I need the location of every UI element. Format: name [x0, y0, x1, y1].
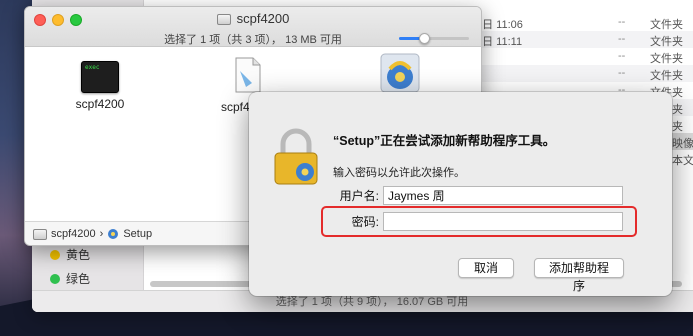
row-kind: 文件夹 [650, 19, 683, 31]
setup-installer-icon [380, 53, 420, 93]
cancel-button[interactable]: 取消 [458, 258, 514, 278]
dialog-title: “Setup”正在尝试添加新帮助程序工具。 [333, 134, 556, 148]
password-label: 密码: [351, 215, 379, 229]
row-kind: 文件夹 [650, 36, 683, 48]
path-root[interactable]: scpf4200 [51, 228, 96, 240]
lock-icon [274, 128, 318, 185]
icon-size-slider[interactable] [399, 33, 469, 44]
exec-icon-text: exec [85, 64, 100, 71]
row-size: -- [618, 16, 626, 28]
add-helper-button[interactable]: 添加帮助程序 [534, 258, 624, 293]
file-item-exec[interactable]: exec scpf4200 [55, 61, 145, 111]
row-size: -- [618, 67, 626, 79]
row-kind: 文件夹 [650, 53, 683, 65]
window-title-text: scpf4200 [236, 11, 290, 26]
row-size: -- [618, 33, 626, 45]
green-tag-dot [50, 273, 60, 284]
row-date: 7日 11:06 [476, 19, 523, 31]
authorization-dialog[interactable]: “Setup”正在尝试添加新帮助程序工具。 输入密码以允许此次操作。 用户名: … [249, 92, 672, 296]
sidebar-tag-label: 黄色 [66, 248, 91, 262]
disk-icon [33, 229, 47, 240]
window-title: scpf4200 [25, 11, 481, 26]
setup-small-icon [108, 228, 119, 239]
yellow-tag-dot [50, 249, 60, 260]
dialog-message: 输入密码以允许此次操作。 [333, 167, 465, 179]
disk-icon [216, 14, 231, 25]
path-separator: › [99, 227, 104, 240]
sidebar-tag-yellow[interactable]: 黄色 [50, 246, 90, 263]
username-row: 用户名: [333, 186, 623, 205]
password-row: 密码: [333, 212, 623, 231]
path-item[interactable]: Setup [123, 228, 152, 240]
password-field[interactable] [383, 212, 623, 231]
file-item-setup[interactable] [355, 51, 445, 98]
row-kind: 文件夹 [650, 70, 683, 82]
username-label: 用户名: [339, 189, 379, 203]
document-icon [235, 57, 261, 93]
username-field[interactable] [383, 186, 623, 205]
finder-titlebar[interactable]: scpf4200 选择了 1 项（共 3 项）， 13 MB 可用 [25, 7, 481, 47]
exec-icon: exec [81, 61, 119, 93]
sidebar-tag-green[interactable]: 绿色 [50, 270, 90, 287]
file-label: scpf4200 [75, 97, 125, 111]
sidebar-tag-label: 绿色 [66, 272, 91, 286]
row-date: 7日 11:11 [476, 36, 523, 48]
row-size: -- [618, 50, 626, 62]
